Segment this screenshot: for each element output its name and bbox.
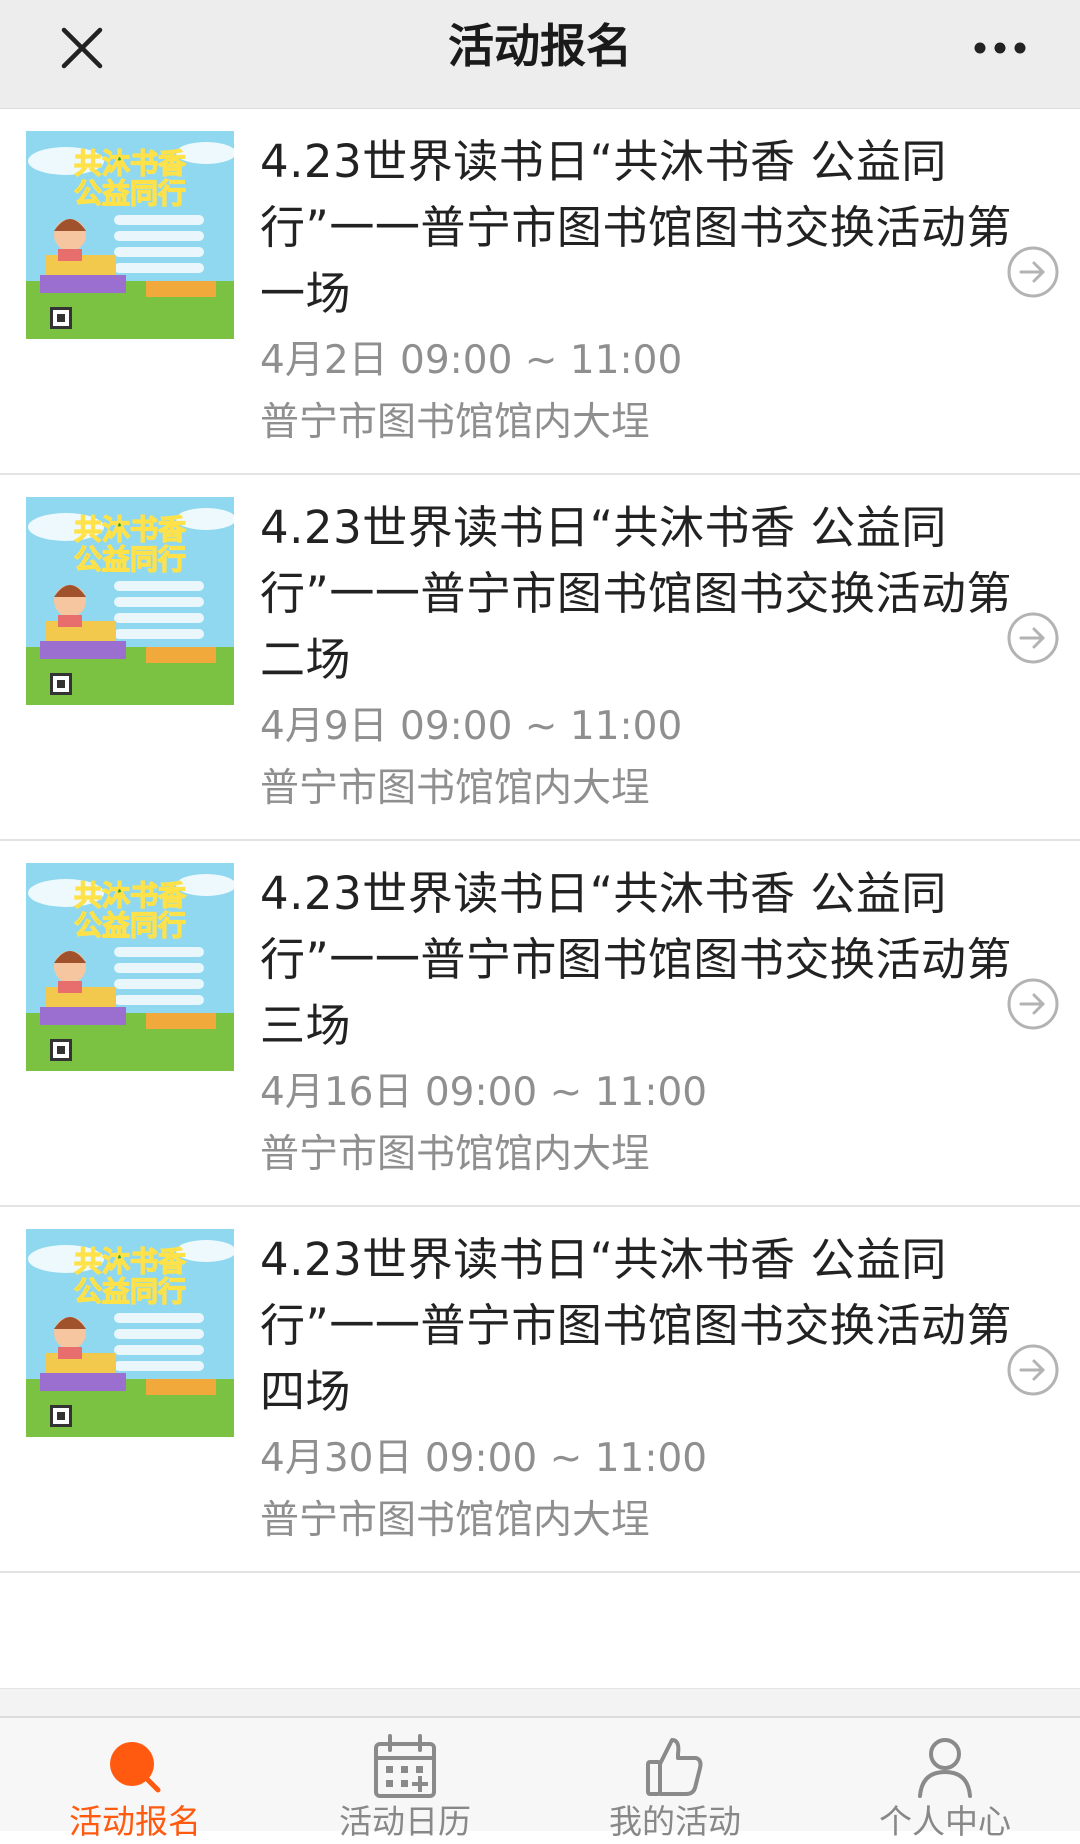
calendar-icon [374,1734,436,1798]
footer-divider [0,1688,1080,1717]
tab-label: 我的活动 [609,1802,741,1841]
person-icon [918,1738,972,1798]
event-poster-thumbnail: 共沐书香 公益同行 [26,863,234,1071]
event-location: 普宁市图书馆馆内大埕 [260,1132,651,1177]
event-poster-thumbnail: 共沐书香 公益同行 [26,1229,234,1437]
tab-label: 个人中心 [879,1802,1011,1841]
event-date: 4月16日 09:00 ~ 11:00 [260,1070,708,1115]
event-location: 普宁市图书馆馆内大埕 [260,400,651,445]
event-poster-thumbnail: 共沐书香 公益同行 [26,131,234,339]
event-list-item[interactable]: 共沐书香 公益同行 4.23世界读书日“共沐书香 公益同行”一一普宁市图书馆图书… [0,475,1080,841]
event-date: 4月30日 09:00 ~ 11:00 [260,1436,708,1481]
more-options-button[interactable] [968,30,1032,66]
event-location: 普宁市图书馆馆内大埕 [260,766,651,811]
svg-text:共沐书香: 共沐书香 [74,1245,186,1278]
tab-label: 活动日历 [339,1802,471,1841]
arrow-right-circle-icon [1007,246,1059,298]
tab-my-activities[interactable]: 我的活动 [540,1718,810,1841]
svg-text:公益同行: 公益同行 [74,909,186,942]
svg-text:共沐书香: 共沐书香 [74,879,186,912]
event-title: 4.23世界读书日“共沐书香 公益同行”一一普宁市图书馆图书交换活动第二场 [260,501,1012,686]
event-poster-thumbnail: 共沐书香 公益同行 [26,497,234,705]
arrow-right-circle-icon [1007,1344,1059,1396]
svg-text:公益同行: 公益同行 [74,1275,186,1308]
svg-text:公益同行: 公益同行 [74,543,186,576]
thumbs-up-icon [646,1738,703,1796]
event-list: 共沐书香 公益同行 4.23世界读书日“共沐书香 公益同行”一一普宁市图书馆图书… [0,109,1080,1573]
bottom-tab-bar: 活动报名 活动日历 我的活动 个人中心 [0,1716,1080,1841]
activity-signup-icon [110,1742,161,1793]
nav-header: 活动报名 [0,0,1080,109]
event-title: 4.23世界读书日“共沐书香 公益同行”一一普宁市图书馆图书交换活动第三场 [260,867,1012,1052]
page-title: 活动报名 [448,19,632,73]
event-list-item[interactable]: 共沐书香 公益同行 4.23世界读书日“共沐书香 公益同行”一一普宁市图书馆图书… [0,841,1080,1207]
tab-profile[interactable]: 个人中心 [810,1718,1080,1841]
svg-text:共沐书香: 共沐书香 [74,513,186,546]
event-location: 普宁市图书馆馆内大埕 [260,1498,651,1543]
event-list-item[interactable]: 共沐书香 公益同行 4.23世界读书日“共沐书香 公益同行”一一普宁市图书馆图书… [0,1207,1080,1573]
tab-label: 活动报名 [69,1802,201,1841]
event-date: 4月9日 09:00 ~ 11:00 [260,704,683,749]
arrow-right-circle-icon [1007,612,1059,664]
event-title: 4.23世界读书日“共沐书香 公益同行”一一普宁市图书馆图书交换活动第一场 [260,135,1012,320]
event-title: 4.23世界读书日“共沐书香 公益同行”一一普宁市图书馆图书交换活动第四场 [260,1233,1012,1418]
event-list-item[interactable]: 共沐书香 公益同行 4.23世界读书日“共沐书香 公益同行”一一普宁市图书馆图书… [0,109,1080,475]
arrow-right-circle-icon [1007,978,1059,1030]
tab-calendar[interactable]: 活动日历 [270,1718,540,1841]
svg-text:公益同行: 公益同行 [74,177,186,210]
event-date: 4月2日 09:00 ~ 11:00 [260,338,683,383]
svg-text:共沐书香: 共沐书香 [74,147,186,180]
more-dots-icon [974,42,1026,54]
tab-activity-signup[interactable]: 活动报名 [0,1718,270,1841]
